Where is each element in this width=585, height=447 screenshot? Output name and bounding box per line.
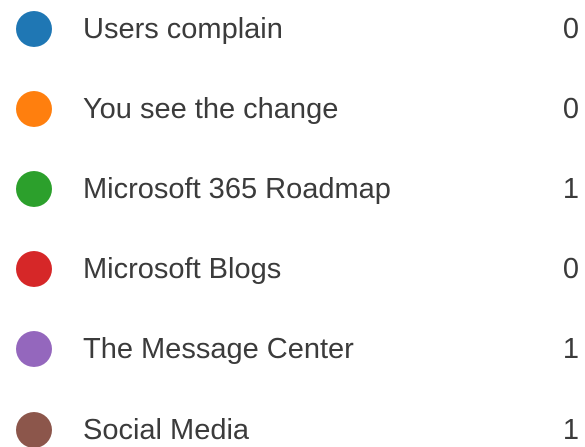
legend-item-count: 0	[562, 253, 579, 285]
legend-item-label: Users complain	[83, 13, 283, 45]
legend-item-you-see-the-change[interactable]: You see the change 0	[0, 89, 585, 129]
legend-item-label: You see the change	[83, 93, 339, 125]
legend-item-count: 1	[562, 333, 579, 365]
legend-item-microsoft-365-roadmap[interactable]: Microsoft 365 Roadmap 1	[0, 169, 585, 209]
legend-item-count: 0	[562, 93, 579, 125]
legend-item-label: Microsoft 365 Roadmap	[83, 173, 391, 205]
color-dot-icon	[16, 11, 52, 47]
color-dot-icon	[16, 331, 52, 367]
color-dot-icon	[16, 91, 52, 127]
legend-item-label: The Message Center	[83, 333, 354, 365]
color-dot-icon	[16, 251, 52, 287]
legend-item-count: 1	[562, 414, 579, 446]
legend-item-count: 1	[562, 173, 579, 205]
legend-item-users-complain[interactable]: Users complain 0	[0, 9, 585, 49]
legend-item-social-media[interactable]: Social Media 1	[0, 410, 585, 447]
legend-item-count: 0	[562, 13, 579, 45]
color-dot-icon	[16, 171, 52, 207]
legend-item-microsoft-blogs[interactable]: Microsoft Blogs 0	[0, 249, 585, 289]
legend-item-label: Microsoft Blogs	[83, 253, 282, 285]
legend-item-label: Social Media	[83, 414, 250, 446]
response-legend: Users complain 0 You see the change 0 Mi…	[0, 0, 585, 447]
color-dot-icon	[16, 412, 52, 447]
legend-item-the-message-center[interactable]: The Message Center 1	[0, 329, 585, 369]
